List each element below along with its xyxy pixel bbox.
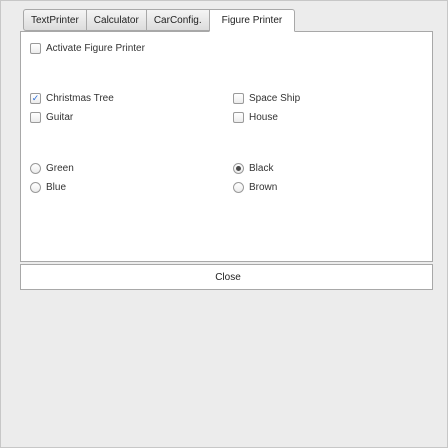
- checkbox-label: Christmas Tree: [46, 93, 114, 104]
- radio-button[interactable]: [30, 163, 41, 174]
- radio-label: Green: [46, 163, 74, 174]
- activate-figure-printer-checkbox[interactable]: Activate Figure Printer: [30, 43, 145, 54]
- close-button[interactable]: Close: [29, 267, 427, 287]
- checkbox-box[interactable]: [233, 93, 244, 104]
- radio-button[interactable]: [233, 163, 244, 174]
- tab-calculator[interactable]: Calculator: [85, 9, 146, 31]
- close-button-label: Close: [215, 271, 241, 283]
- tab-label: TextPrinter: [31, 14, 79, 26]
- tab-bar: TextPrinter Calculator CarConfig. Figure…: [23, 9, 296, 32]
- checkbox-label: Activate Figure Printer: [46, 43, 145, 54]
- tab-label: Calculator: [93, 14, 139, 26]
- checkbox-box[interactable]: [233, 112, 244, 123]
- tab-label: CarConfig.: [153, 14, 202, 26]
- blue-radio[interactable]: Blue: [30, 182, 66, 193]
- tab-carconfig[interactable]: CarConfig.: [145, 9, 209, 31]
- brown-radio[interactable]: Brown: [233, 182, 277, 193]
- checkbox-label: Guitar: [46, 112, 74, 123]
- checkbox-label: House: [249, 112, 278, 123]
- checkbox-label: Space Ship: [249, 93, 301, 104]
- black-radio[interactable]: Black: [233, 163, 273, 174]
- radio-button[interactable]: [233, 182, 244, 193]
- app-window: TextPrinter Calculator CarConfig. Figure…: [0, 0, 448, 448]
- tab-textprinter[interactable]: TextPrinter: [23, 9, 86, 31]
- checkbox-box[interactable]: [30, 112, 41, 123]
- radio-label: Brown: [249, 182, 278, 193]
- radio-selected-dot: [236, 166, 241, 171]
- christmas-tree-checkbox[interactable]: ✓ Christmas Tree: [30, 93, 114, 104]
- figure-printer-panel: Activate Figure Printer ✓ Christmas Tree…: [20, 31, 433, 262]
- checkbox-box[interactable]: [30, 43, 41, 54]
- house-checkbox[interactable]: House: [233, 112, 278, 123]
- radio-button[interactable]: [30, 182, 41, 193]
- tab-figure-printer[interactable]: Figure Printer: [208, 9, 296, 32]
- radio-label: Black: [249, 163, 274, 174]
- green-radio[interactable]: Green: [30, 163, 74, 174]
- checkbox-box[interactable]: ✓: [30, 93, 41, 104]
- tab-label: Figure Printer: [221, 15, 283, 26]
- guitar-checkbox[interactable]: Guitar: [30, 112, 73, 123]
- radio-label: Blue: [46, 182, 67, 193]
- space-ship-checkbox[interactable]: Space Ship: [233, 93, 300, 104]
